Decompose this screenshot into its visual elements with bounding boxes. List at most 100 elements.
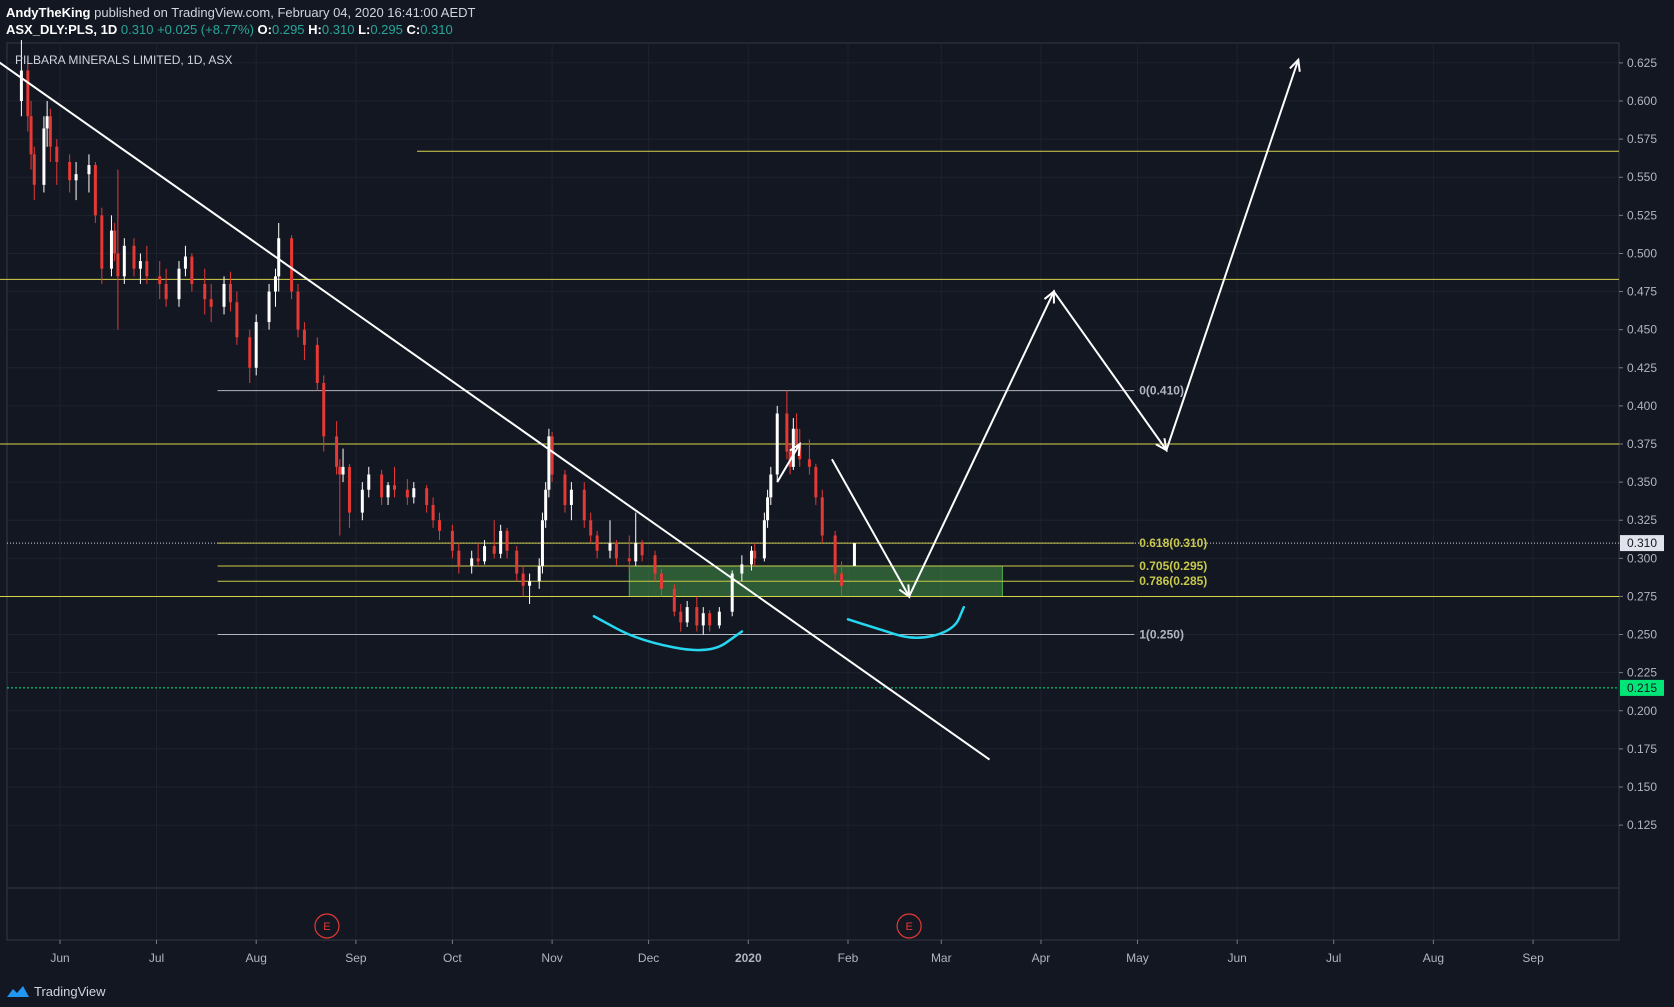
candle-body: [634, 543, 638, 562]
candle-body: [544, 489, 548, 521]
earnings-event-label: E: [323, 921, 330, 933]
drawings[interactable]: [0, 55, 1301, 761]
candle-body: [483, 546, 487, 562]
candle-body: [132, 245, 136, 269]
candle-body: [708, 613, 712, 626]
time-tick-label: Nov: [541, 951, 562, 965]
candle-body: [100, 215, 104, 269]
candle-body: [68, 161, 72, 181]
price-tick-label: 0.575: [1627, 132, 1657, 146]
price-tick-label: 0.600: [1627, 94, 1657, 108]
candle-body: [431, 504, 435, 521]
candle-body: [42, 128, 46, 185]
time-axis[interactable]: Jun Jul Aug Sep Oct Nov Dec 2020 Feb Mar Apr May Jun…: [50, 940, 1544, 965]
cyan-curve[interactable]: [846, 605, 966, 640]
time-tick-label: Jun: [1227, 951, 1246, 965]
candle-body: [254, 322, 258, 368]
candle-body: [209, 299, 213, 307]
price-axis[interactable]: 0.625 0.600 0.575 0.550 0.525 0.500 0.475 0.450…: [1619, 56, 1664, 832]
candle-body: [528, 581, 532, 586]
candle-body: [769, 474, 773, 498]
downtrend-line[interactable]: [0, 55, 991, 761]
candle-body: [335, 436, 339, 467]
fibonacci-retracement[interactable]: 0(0.410) 0.618(0.310) 0.705(0.295)0.786(0.…: [217, 384, 1208, 642]
candle-body: [753, 550, 757, 559]
candle-body: [640, 543, 644, 556]
price-tick-label: 0.550: [1627, 170, 1657, 184]
candle-body: [45, 116, 49, 129]
candle-body: [766, 497, 770, 521]
price-tick-label: 0.450: [1627, 323, 1657, 337]
candle-body: [113, 230, 117, 254]
candle-body: [145, 261, 149, 277]
candle-body: [48, 116, 52, 147]
candle-body: [672, 588, 676, 612]
candle-body: [177, 268, 181, 300]
candle-body: [93, 165, 97, 216]
price-tick-label: 0.250: [1627, 628, 1657, 642]
candle-body: [515, 550, 519, 574]
time-tick-label: Jul: [1326, 951, 1341, 965]
candle-body: [367, 474, 371, 490]
projection-path[interactable]: [831, 59, 1300, 599]
candle-body: [248, 337, 252, 368]
time-tick-label: Mar: [931, 951, 952, 965]
candle-body: [476, 558, 480, 562]
candle-body: [302, 329, 306, 345]
candle-body: [840, 573, 844, 586]
time-tick-label: Oct: [443, 951, 462, 965]
candle-body: [315, 344, 319, 384]
candle-body: [695, 607, 699, 626]
time-tick-label: Jul: [149, 951, 164, 965]
price-tick-label: 0.150: [1627, 780, 1657, 794]
candle-body: [386, 485, 390, 498]
candle-body: [438, 520, 442, 531]
chart-title: PILBARA MINERALS LIMITED, 1D, ASX: [15, 53, 232, 67]
candle-body: [338, 466, 342, 475]
candle-body: [540, 520, 544, 566]
small-arrow[interactable]: [776, 443, 801, 483]
candle-body: [569, 489, 573, 505]
price-tick-label: 0.500: [1627, 246, 1657, 260]
candle-body: [183, 256, 187, 269]
candle-body: [322, 383, 326, 437]
candle-body: [608, 543, 612, 551]
candle-body: [267, 291, 271, 323]
candle-body: [138, 261, 142, 269]
candle-body: [547, 436, 551, 490]
candle-body: [492, 546, 496, 554]
candle-body: [785, 413, 789, 452]
candle-body: [29, 116, 33, 155]
candle-body: [795, 428, 799, 444]
candle-body: [659, 573, 663, 589]
candle-body: [820, 497, 824, 536]
candle-body: [228, 283, 232, 303]
candle-body: [425, 488, 429, 505]
candle-body: [164, 283, 168, 300]
grid: [7, 43, 1619, 940]
candle-body: [505, 530, 509, 551]
price-tick-label: 0.325: [1627, 513, 1657, 527]
candle-body: [775, 413, 779, 475]
candle-body: [521, 573, 525, 586]
candle-body: [582, 489, 586, 521]
price-tick-label: 0.625: [1627, 56, 1657, 70]
time-tick-label: Dec: [638, 951, 659, 965]
candle-body: [290, 238, 294, 292]
candle-body: [19, 70, 23, 101]
candle-body: [627, 558, 631, 562]
tradingview-logo-icon[interactable]: [6, 984, 30, 998]
event-markers[interactable]: EE: [314, 913, 922, 939]
fib-level-label: 0.786(0.285): [1139, 574, 1207, 588]
fib-level-label: 1(0.250): [1139, 628, 1184, 642]
price-tick-label: 0.350: [1627, 475, 1657, 489]
candle-body: [595, 535, 599, 551]
time-tick-label: Aug: [1423, 951, 1444, 965]
tradingview-brand[interactable]: TradingView: [34, 984, 106, 999]
candle-body: [450, 530, 454, 551]
candle-body: [222, 283, 226, 307]
candle-body: [109, 230, 113, 269]
time-tick-label: Aug: [246, 951, 267, 965]
time-tick-label: May: [1126, 951, 1149, 965]
price-chart[interactable]: 0(0.410) 0.618(0.310) 0.705(0.295)0.786(0.…: [0, 0, 1674, 975]
